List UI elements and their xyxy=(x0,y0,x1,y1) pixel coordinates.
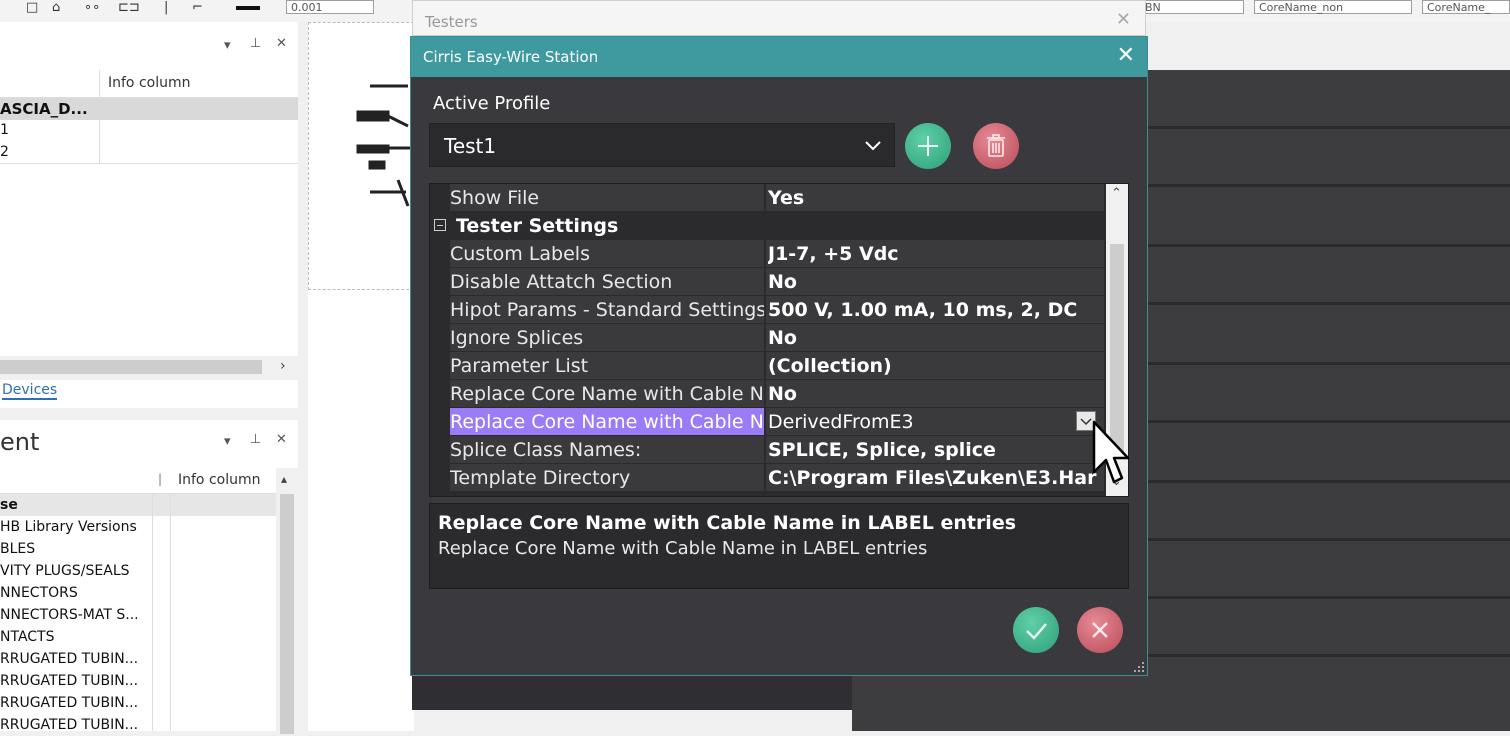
property-row-show-file[interactable]: Show File Yes xyxy=(430,184,1104,212)
property-row-custom-labels[interactable]: Custom Labels J1-7, +5 Vdc xyxy=(430,240,1104,268)
list-item[interactable]: NTACTS xyxy=(0,626,152,648)
add-profile-button[interactable] xyxy=(905,123,951,169)
toolbar-line-icon[interactable]: | xyxy=(164,0,168,15)
line-weight-icon[interactable] xyxy=(236,6,260,10)
property-description: Replace Core Name with Cable Name in LAB… xyxy=(429,503,1129,589)
list-item[interactable]: VITY PLUGS/SEALS xyxy=(0,560,152,582)
property-row-disable-attach[interactable]: Disable Attatch Section No xyxy=(430,268,1104,296)
toolbar-nodes-icon[interactable]: ∘∘ xyxy=(84,0,100,15)
chevron-down-icon xyxy=(865,141,881,151)
category-tester-settings[interactable]: Tester Settings xyxy=(430,212,1104,240)
mouse-pointer-icon xyxy=(1092,420,1130,484)
scroll-up-icon[interactable]: ▴ xyxy=(281,472,287,486)
collapse-minus-icon[interactable] xyxy=(434,219,446,231)
resize-grip-icon[interactable] xyxy=(1133,661,1145,673)
dialog-titlebar[interactable]: Cirris Easy-Wire Station ✕ xyxy=(411,37,1147,77)
plus-icon xyxy=(918,136,938,156)
tab-devices[interactable]: Devices xyxy=(2,382,58,400)
list-item[interactable]: NNECTORS xyxy=(0,582,152,604)
tab-strip: Devices xyxy=(0,380,298,408)
panel-title: ent xyxy=(0,428,40,456)
scroll-up-icon[interactable]: ⌃ xyxy=(1111,186,1122,201)
profile-value: Test1 xyxy=(444,134,497,158)
list-item[interactable]: RRUGATED TUBIN... xyxy=(0,648,152,670)
pane-close-icon[interactable]: ✕ xyxy=(276,432,287,447)
property-grid: Show File Yes Tester Settings Custom Lab… xyxy=(429,183,1129,497)
table-row[interactable]: 2 xyxy=(0,142,298,164)
info-column-header: Info column xyxy=(178,472,261,488)
core-name-combo-2[interactable]: CoreName_ xyxy=(1422,0,1510,14)
active-profile-label: Active Profile xyxy=(433,93,551,114)
table-row[interactable]: 1 xyxy=(0,120,298,142)
toolbar-square-icon[interactable]: □ xyxy=(26,0,38,15)
property-row-hipot-params[interactable]: Hipot Params - Standard Settings 500 V, … xyxy=(430,296,1104,324)
property-row-replace-core-name[interactable]: Replace Core Name with Cable N No xyxy=(430,380,1104,408)
info-column-header: Info column xyxy=(108,75,191,91)
trash-icon xyxy=(987,134,1005,157)
list-item[interactable]: BLES xyxy=(0,538,152,560)
toolbar-shape-icon[interactable]: ⌂ xyxy=(52,0,60,15)
drawing-canvas[interactable] xyxy=(308,22,414,731)
testers-window-footer xyxy=(412,676,852,710)
pane-close-icon[interactable]: ✕ xyxy=(276,36,287,51)
pane-menu-icon[interactable]: ▾ xyxy=(224,38,231,53)
pane-menu-icon[interactable]: ▾ xyxy=(224,434,231,449)
property-value-editor[interactable]: DerivedFromE3 xyxy=(768,408,1104,435)
easy-wire-dialog: Cirris Easy-Wire Station ✕ Active Profil… xyxy=(410,36,1148,676)
pin-icon[interactable]: ⊥ xyxy=(250,36,261,51)
list-item[interactable]: RRUGATED TUBIN... xyxy=(0,670,152,692)
check-icon xyxy=(1026,623,1047,640)
list-item[interactable]: HB Library Versions xyxy=(0,516,152,538)
vertical-scrollbar[interactable]: ▴ xyxy=(276,468,298,734)
list-item[interactable]: se xyxy=(0,494,152,516)
color-combo[interactable]: BN xyxy=(1140,0,1244,14)
x-icon xyxy=(1092,622,1108,638)
property-row-parameter-list[interactable]: Parameter List (Collection) xyxy=(430,352,1104,380)
horizontal-scrollbar[interactable]: › xyxy=(0,356,298,380)
component-panel: ent ▾ ⊥ ✕ | Info column se HB Library Ve… xyxy=(0,420,298,734)
testers-title: Testers xyxy=(425,13,478,31)
property-row-ignore-splices[interactable]: Ignore Splices No xyxy=(430,324,1104,352)
delete-profile-button[interactable] xyxy=(973,123,1019,169)
description-title: Replace Core Name with Cable Name in LAB… xyxy=(438,512,1017,534)
core-name-combo[interactable]: CoreName_non xyxy=(1254,0,1412,14)
table-row[interactable]: ASCIA_D... xyxy=(0,98,298,120)
toolbar-link-icon[interactable]: ⊏⊐ xyxy=(118,0,140,15)
device-panel: ▾ ⊥ ✕ Info column ASCIA_D... 1 2 › Devic… xyxy=(0,22,298,408)
list-item[interactable]: RRUGATED TUBIN... xyxy=(0,692,152,714)
description-text: Replace Core Name with Cable Name in LAB… xyxy=(438,538,928,559)
list-item[interactable]: RRUGATED TUBIN... xyxy=(0,714,152,736)
table-header: | Info column xyxy=(0,468,276,494)
scroll-right-icon[interactable]: › xyxy=(280,358,286,374)
cancel-button[interactable] xyxy=(1077,607,1123,653)
testers-window: Testers ✕ xyxy=(412,0,1146,36)
table-header: Info column xyxy=(0,70,298,98)
wire-symbols-icon[interactable] xyxy=(348,76,414,216)
property-row-replace-core-name-selected[interactable]: Replace Core Name with Cable N DerivedFr… xyxy=(430,408,1104,436)
toolbar-corner-icon[interactable]: ⌐ xyxy=(192,0,203,15)
list-item[interactable]: NNECTORS-MAT S... xyxy=(0,604,152,626)
close-icon[interactable]: ✕ xyxy=(1117,43,1135,68)
close-icon[interactable]: ✕ xyxy=(1116,9,1131,30)
scroll-thumb[interactable] xyxy=(0,360,262,374)
property-row-splice-class[interactable]: Splice Class Names: SPLICE, Splice, spli… xyxy=(430,436,1104,464)
dialog-title: Cirris Easy-Wire Station xyxy=(423,48,599,66)
line-width-combo[interactable]: 0.001 xyxy=(286,0,374,14)
selected-property-name: Replace Core Name with Cable N xyxy=(450,408,765,435)
ok-button[interactable] xyxy=(1013,607,1059,653)
pin-icon[interactable]: ⊥ xyxy=(250,432,261,447)
scroll-thumb[interactable] xyxy=(280,494,294,734)
profile-select[interactable]: Test1 xyxy=(429,123,895,167)
property-row-template-directory[interactable]: Template Directory C:\Program Files\Zuke… xyxy=(430,464,1104,492)
